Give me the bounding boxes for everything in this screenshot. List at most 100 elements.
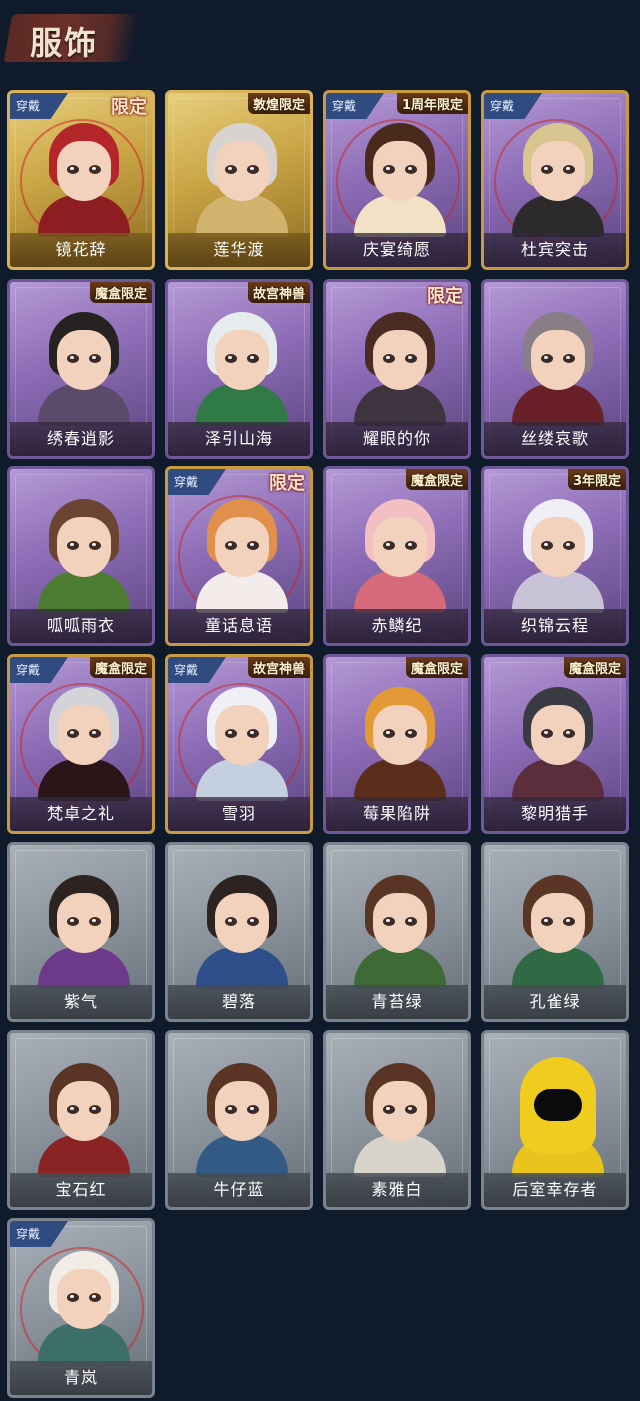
portrait-eye xyxy=(383,541,395,550)
portrait-eye xyxy=(67,917,79,926)
portrait-eye xyxy=(383,917,395,926)
costume-card[interactable]: 穿戴 青岚 xyxy=(7,1218,155,1398)
costume-name: 莲华渡 xyxy=(168,233,310,267)
portrait-eye xyxy=(247,165,259,174)
costume-card[interactable]: 3年限定织锦云程 xyxy=(481,466,629,646)
costume-card[interactable]: 限定 耀眼的你 xyxy=(323,279,471,459)
costume-card[interactable]: 穿戴 魔盒限定 梵卓之礼 xyxy=(7,654,155,834)
costume-name: 织锦云程 xyxy=(484,609,626,643)
costume-card[interactable]: 故宫神兽泽引山海 xyxy=(165,279,313,459)
costume-card[interactable]: 牛仔蓝 xyxy=(165,1030,313,1210)
portrait-face xyxy=(373,893,427,953)
portrait-eye xyxy=(67,541,79,550)
limited-tag: 限定 xyxy=(269,473,305,494)
portrait-eye xyxy=(247,541,259,550)
costume-card[interactable]: 穿戴 故宫神兽 雪羽 xyxy=(165,654,313,834)
portrait-face xyxy=(373,705,427,765)
limited-tag: 限定 xyxy=(111,97,147,118)
portrait-eye xyxy=(67,354,79,363)
portrait-eye xyxy=(225,729,237,738)
costume-card[interactable]: 紫气 xyxy=(7,842,155,1022)
limited-tag: 故宫神兽 xyxy=(247,282,310,303)
costume-name: 镜花辞 xyxy=(10,233,152,267)
portrait-eye xyxy=(541,729,553,738)
portrait-eye xyxy=(383,165,395,174)
costume-name: 庆宴绮愿 xyxy=(326,233,468,267)
costume-name: 后室幸存者 xyxy=(484,1173,626,1207)
costume-card[interactable]: 后室幸存者 xyxy=(481,1030,629,1210)
portrait-eye xyxy=(383,1105,395,1114)
costume-card[interactable]: 穿戴 1周年限定 庆宴绮愿 xyxy=(323,90,471,270)
portrait-eye xyxy=(405,354,417,363)
costume-name: 孔雀绿 xyxy=(484,985,626,1019)
portrait-face xyxy=(373,330,427,390)
costume-card[interactable]: 魔盒限定 赤鳞纪 xyxy=(323,466,471,646)
portrait-face xyxy=(57,893,111,953)
portrait-eye xyxy=(383,354,395,363)
costume-card[interactable]: 魔盒限定莓果陷阱 xyxy=(323,654,471,834)
portrait-eye xyxy=(67,729,79,738)
costume-name: 宝石红 xyxy=(10,1173,152,1207)
costume-card[interactable]: 丝缕哀歌 xyxy=(481,279,629,459)
portrait-eye xyxy=(541,354,553,363)
costume-card[interactable]: 穿戴 限定 童话息语 xyxy=(165,466,313,646)
portrait-eye xyxy=(89,354,101,363)
costume-card[interactable]: 青苔绿 xyxy=(323,842,471,1022)
portrait-face xyxy=(57,1269,111,1329)
portrait-eye xyxy=(225,354,237,363)
costume-name: 赤鳞纪 xyxy=(326,609,468,643)
costume-card[interactable]: 魔盒限定绣春逍影 xyxy=(7,279,155,459)
costume-name: 牛仔蓝 xyxy=(168,1173,310,1207)
costume-name: 丝缕哀歌 xyxy=(484,422,626,456)
portrait-eye xyxy=(247,1105,259,1114)
costume-name: 耀眼的你 xyxy=(326,422,468,456)
portrait-eye xyxy=(225,541,237,550)
portrait-face xyxy=(215,705,269,765)
portrait-face xyxy=(373,141,427,201)
costume-card[interactable]: 呱呱雨衣 xyxy=(7,466,155,646)
costume-card[interactable]: 碧落 xyxy=(165,842,313,1022)
portrait-eye xyxy=(563,729,575,738)
costume-name: 莓果陷阱 xyxy=(326,797,468,831)
costume-name: 泽引山海 xyxy=(168,422,310,456)
costume-card[interactable]: 素雅白 xyxy=(323,1030,471,1210)
portrait-eye xyxy=(67,1105,79,1114)
portrait-face xyxy=(531,330,585,390)
limited-tag: 魔盒限定 xyxy=(405,657,468,678)
limited-tag: 3年限定 xyxy=(567,469,626,490)
portrait-face xyxy=(215,141,269,201)
costume-card[interactable]: 穿戴 限定 镜花辞 xyxy=(7,90,155,270)
costume-name: 梵卓之礼 xyxy=(10,797,152,831)
costume-name: 素雅白 xyxy=(326,1173,468,1207)
costume-card[interactable]: 孔雀绿 xyxy=(481,842,629,1022)
costume-card[interactable]: 宝石红 xyxy=(7,1030,155,1210)
costume-card[interactable]: 魔盒限定 黎明猎手 xyxy=(481,654,629,834)
portrait-eye xyxy=(89,729,101,738)
portrait-eye xyxy=(383,729,395,738)
costume-name: 童话息语 xyxy=(168,609,310,643)
costume-name: 青苔绿 xyxy=(326,985,468,1019)
limited-tag: 魔盒限定 xyxy=(89,657,152,678)
costume-name: 黎明猎手 xyxy=(484,797,626,831)
portrait-eye xyxy=(405,541,417,550)
portrait-face xyxy=(215,330,269,390)
costume-card[interactable]: 穿戴 杜宾突击 xyxy=(481,90,629,270)
portrait-eye xyxy=(541,541,553,550)
costume-name: 碧落 xyxy=(168,985,310,1019)
portrait-eye xyxy=(89,165,101,174)
portrait-face xyxy=(57,141,111,201)
costume-name: 呱呱雨衣 xyxy=(10,609,152,643)
limited-tag: 魔盒限定 xyxy=(89,282,152,303)
portrait-eye xyxy=(405,165,417,174)
limited-tag: 1周年限定 xyxy=(396,93,468,114)
portrait-eye xyxy=(247,354,259,363)
costume-name: 紫气 xyxy=(10,985,152,1019)
portrait-eye xyxy=(225,165,237,174)
portrait-eye xyxy=(405,917,417,926)
portrait-eye xyxy=(563,354,575,363)
costume-name: 绣春逍影 xyxy=(10,422,152,456)
portrait-eye xyxy=(89,541,101,550)
costume-name: 雪羽 xyxy=(168,797,310,831)
costume-card[interactable]: 敦煌限定 莲华渡 xyxy=(165,90,313,270)
portrait-eye xyxy=(247,729,259,738)
